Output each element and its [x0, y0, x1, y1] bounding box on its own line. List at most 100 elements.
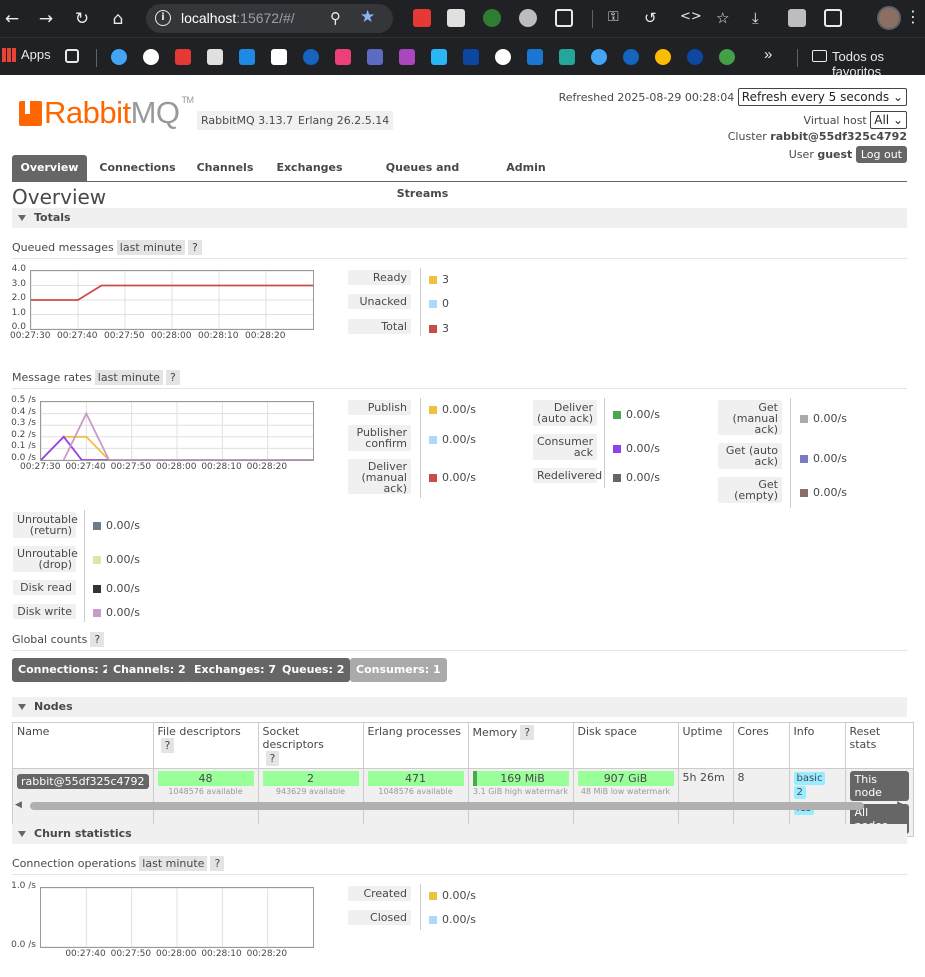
bookmark-icon[interactable]	[655, 49, 671, 65]
back-icon[interactable]: ←	[2, 9, 22, 29]
download-icon[interactable]: ⤓	[752, 9, 770, 27]
y-tick-label: 3.0	[11, 278, 26, 289]
bookmark-icon[interactable]	[495, 49, 511, 65]
site-info-icon[interactable]: i	[155, 10, 171, 26]
help-button[interactable]: ?	[187, 240, 202, 255]
global-counts-header: Global counts?	[12, 631, 907, 651]
bookmark-icon[interactable]	[207, 49, 223, 65]
totals-section-header[interactable]: Totals	[12, 208, 907, 228]
bookmark-icon[interactable]	[271, 49, 287, 65]
bookmark-icon[interactable]	[527, 49, 543, 65]
x-tick-label: 00:27:50	[110, 462, 152, 472]
bookmark-star-icon[interactable]: ★	[360, 7, 375, 27]
home-icon[interactable]: ⌂	[108, 9, 128, 29]
forward-icon[interactable]: →	[36, 9, 56, 29]
col-memory: Memory?	[467, 722, 574, 769]
grid-bookmark-icon[interactable]	[65, 49, 79, 63]
value-disk-read: 0.00/s	[106, 582, 140, 595]
tab-connections[interactable]: Connections	[95, 155, 180, 181]
address-bar[interactable]: i localhost:15672/#/ ⚲ ★	[146, 4, 393, 33]
bookmark-icon[interactable]	[239, 49, 255, 65]
help-button[interactable]: ?	[165, 370, 180, 385]
apps-bookmark[interactable]: Apps	[2, 47, 51, 62]
legend-get-manual: Get (manual ack)	[718, 400, 782, 435]
bookmark-icon[interactable]	[303, 49, 319, 65]
tab-queues-and-streams[interactable]: Queues and Streams	[360, 155, 485, 200]
help-button[interactable]: ?	[90, 632, 105, 647]
cluster-label: Cluster	[727, 130, 767, 143]
bookmark-icon[interactable]	[431, 49, 447, 65]
x-tick-label: 00:27:40	[57, 331, 98, 341]
bookmarks-bar: Apps » Todos os favoritos	[0, 37, 925, 79]
connections-count-button[interactable]: Connections: 2	[12, 658, 117, 682]
devtools-icon[interactable]: <>	[680, 9, 702, 27]
x-tick-label: 00:28:20	[246, 462, 288, 472]
scroll-right-icon[interactable]: ▶	[897, 800, 904, 810]
churn-section-header[interactable]: Churn statistics	[12, 824, 907, 844]
translate-icon[interactable]	[788, 9, 806, 27]
channels-count-button[interactable]: Channels: 2	[107, 658, 192, 682]
bookmark-icon[interactable]	[559, 49, 575, 65]
legend-unroutable-drop: Unroutable (drop)	[13, 546, 78, 572]
side-panel-icon[interactable]	[824, 9, 842, 27]
scroll-left-icon[interactable]: ◀	[15, 800, 22, 810]
consumers-count-button[interactable]: Consumers: 1	[350, 658, 447, 682]
ep-available: 1048576 available	[378, 787, 453, 796]
legend-ready: Ready	[348, 270, 411, 285]
bookmark-icon[interactable]	[591, 49, 607, 65]
bookmark-icon[interactable]	[367, 49, 383, 65]
range-selector[interactable]: last minute	[116, 240, 185, 255]
reload-icon[interactable]: ↻	[72, 9, 92, 29]
exchanges-count-button[interactable]: Exchanges: 7	[188, 658, 282, 682]
bookmark-icon[interactable]	[111, 49, 127, 65]
queues-count-button[interactable]: Queues: 2	[276, 658, 351, 682]
help-button[interactable]: ?	[520, 725, 535, 740]
refresh-interval-select[interactable]: Refresh every 5 seconds ⌄	[737, 88, 907, 106]
apps-label: Apps	[21, 47, 51, 62]
nodes-section-header[interactable]: Nodes	[12, 697, 907, 717]
col-name[interactable]: Name	[12, 722, 154, 769]
reset-this-node-button[interactable]: This node	[849, 771, 909, 801]
screenshot-extension-icon[interactable]	[447, 9, 465, 27]
bookmark-icon[interactable]	[687, 49, 703, 65]
bookmark-icon[interactable]	[463, 49, 479, 65]
extension-icon[interactable]	[483, 9, 501, 27]
help-button[interactable]: ?	[210, 856, 225, 871]
browser-toolbar: ← → ↻ ⌂ i localhost:15672/#/ ⚲ ★ ⚿ ↺ <> …	[0, 0, 925, 37]
extension-icon[interactable]	[519, 9, 537, 27]
bookmark-icon[interactable]	[143, 49, 159, 65]
sd-available: 943629 available	[275, 787, 346, 796]
tab-admin[interactable]: Admin	[501, 155, 551, 181]
bookmark-icon[interactable]	[719, 49, 735, 65]
memory-bar: 169 MiB	[472, 771, 569, 786]
scrollbar-thumb[interactable]	[30, 802, 864, 810]
key-icon[interactable]: ⚿	[608, 9, 626, 27]
node-name-link[interactable]: rabbit@55df325c4792	[17, 774, 149, 789]
bookmark-icon[interactable]	[623, 49, 639, 65]
tab-overview[interactable]: Overview	[12, 155, 87, 181]
help-button[interactable]: ?	[265, 751, 280, 766]
legend-consumer-ack: Consumer ack	[533, 434, 597, 460]
x-tick-label: 00:28:00	[151, 331, 192, 341]
col-uptime: Uptime	[677, 722, 734, 769]
profile-avatar[interactable]	[877, 6, 901, 30]
legend-redelivered: Redelivered	[533, 468, 602, 483]
pdf-extension-icon[interactable]	[413, 9, 431, 27]
more-bookmarks-icon[interactable]: »	[764, 46, 780, 63]
zoom-icon[interactable]: ⚲	[330, 9, 341, 27]
x-tick-label: 00:28:00	[156, 949, 197, 959]
range-selector[interactable]: last minute	[139, 856, 208, 871]
tab-channels[interactable]: Channels	[192, 155, 258, 181]
help-button[interactable]: ?	[160, 738, 175, 753]
bookmark-icon[interactable]	[399, 49, 415, 65]
nodes-horizontal-scrollbar[interactable]: ◀ ▶	[12, 800, 907, 810]
range-selector[interactable]: last minute	[94, 370, 163, 385]
browser-menu-icon[interactable]: ⋮	[905, 7, 921, 26]
bookmark-icon[interactable]	[175, 49, 191, 65]
extensions-puzzle-icon[interactable]	[555, 9, 573, 27]
vhost-select[interactable]: All ⌄	[870, 111, 907, 129]
tab-exchanges[interactable]: Exchanges	[272, 155, 347, 181]
bookmarks-icon[interactable]: ☆	[716, 9, 734, 27]
history-icon[interactable]: ↺	[644, 9, 662, 27]
bookmark-icon[interactable]	[335, 49, 351, 65]
